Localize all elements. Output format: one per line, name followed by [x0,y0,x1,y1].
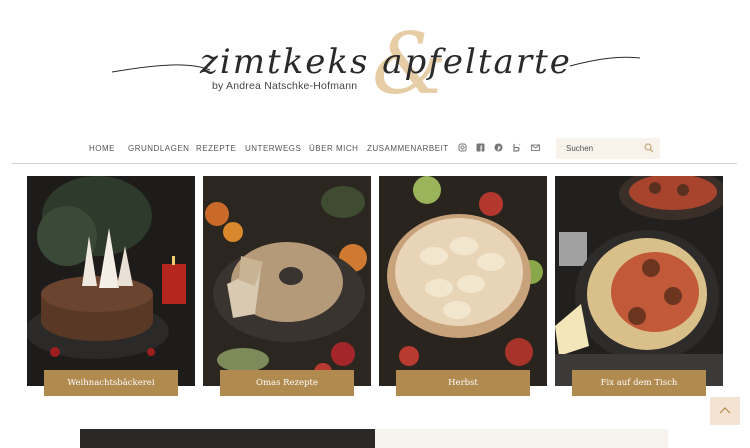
category-tile-herbst[interactable] [379,176,547,386]
nav-item-home[interactable]: HOME [89,144,115,153]
tile-label-omas-rezepte[interactable]: Omas Rezepte [220,370,354,396]
featured-post-image[interactable] [80,429,375,448]
nav-item-grundlagen[interactable]: GRUNDLAGEN [128,144,189,153]
bundt-cake-photo [203,176,371,386]
tile-label-weihnachtsbaeckerei[interactable]: Weihnachtsbäckerei [44,370,178,396]
apple-tart-photo [379,176,547,386]
nav-item-ueber-mich[interactable]: ÜBER MICH [309,144,358,153]
instagram-icon[interactable] [458,143,467,152]
svg-text:+: + [519,143,522,147]
pinterest-icon[interactable] [494,143,503,152]
scroll-to-top-button[interactable] [710,397,740,425]
chocolate-cake-photo [27,176,195,386]
search-input[interactable] [556,138,640,159]
header-divider [12,163,737,164]
search-form [556,138,660,159]
tile-label-fix-auf-dem-tisch[interactable]: Fix auf dem Tisch [572,370,706,396]
nav-item-rezepte[interactable]: REZEPTE [196,144,236,153]
chevron-up-icon [719,407,731,414]
logo-script-title: zimtkeks apfeltarte [200,42,572,82]
email-icon[interactable] [531,143,540,152]
nav-item-unterwegs[interactable]: UNTERWEGS [245,144,301,153]
bloglovin-icon[interactable]: + [512,142,522,152]
nav-item-zusammenarbeit[interactable]: ZUSAMMENARBEIT [367,144,449,153]
tile-label-herbst[interactable]: Herbst [396,370,530,396]
category-tile-fix-auf-dem-tisch[interactable] [555,176,723,386]
search-icon[interactable] [644,143,654,153]
featured-post-panel [375,429,668,448]
category-tile-weihnachtsbaeckerei[interactable] [27,176,195,386]
facebook-icon[interactable] [476,143,485,152]
category-tile-omas-rezepte[interactable] [203,176,371,386]
site-logo[interactable]: & zimtkeks apfeltarte by Andrea Natschke… [100,22,660,118]
logo-byline: by Andrea Natschke-Hofmann [212,80,358,92]
spaghetti-meatballs-photo [555,176,723,386]
